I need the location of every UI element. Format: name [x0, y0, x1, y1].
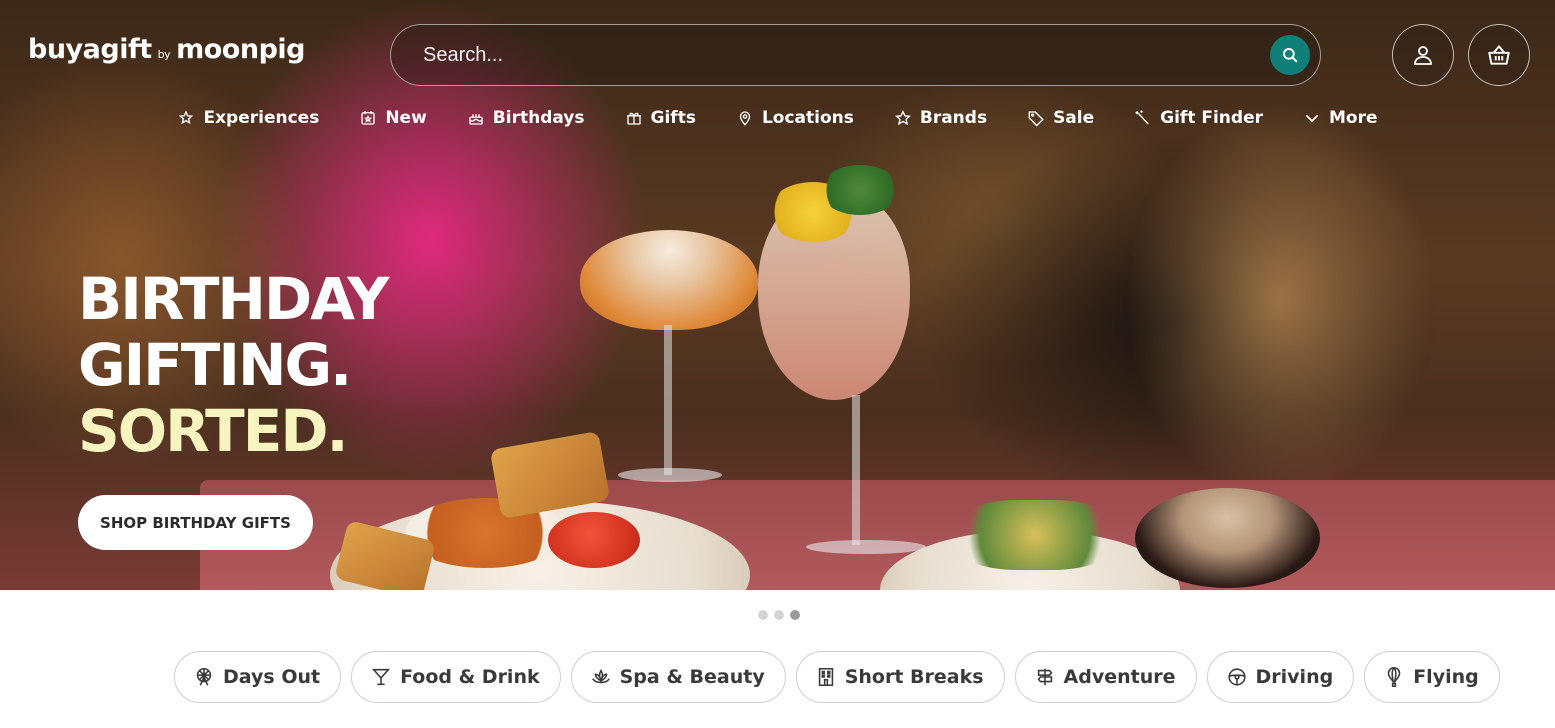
- tomato: [548, 512, 640, 568]
- category-short-breaks[interactable]: Short Breaks: [795, 651, 1005, 703]
- pill-label: Adventure: [1063, 666, 1176, 688]
- nav-item-experiences[interactable]: Experiences: [177, 108, 319, 128]
- basket-button[interactable]: [1468, 24, 1530, 86]
- search-icon: [1283, 48, 1298, 63]
- signpost-icon: [1037, 668, 1052, 686]
- coupe-base: [618, 468, 722, 482]
- category-food-drink[interactable]: Food & Drink: [351, 651, 561, 703]
- hot-air-balloon-icon: [1387, 667, 1401, 687]
- tag-icon: [1028, 111, 1044, 127]
- nav-label: New: [385, 108, 427, 128]
- nav-item-birthdays[interactable]: Birthdays: [467, 108, 585, 128]
- brand-partner: moonpig: [176, 34, 305, 65]
- nav-item-more[interactable]: More: [1303, 108, 1378, 128]
- brand-name: buyagift: [28, 34, 152, 65]
- location-pin-icon: [739, 111, 751, 126]
- nav-label: Birthdays: [492, 108, 585, 128]
- category-adventure[interactable]: Adventure: [1014, 651, 1197, 703]
- nav-label: Brands: [919, 108, 988, 128]
- salad: [950, 500, 1120, 570]
- carousel-dot-2[interactable]: [774, 610, 784, 620]
- category-flying[interactable]: Flying: [1364, 651, 1500, 703]
- pill-label: Flying: [1413, 666, 1479, 688]
- pill-label: Days Out: [223, 666, 321, 688]
- gift-icon: [626, 112, 641, 125]
- basket-icon: [1488, 45, 1510, 65]
- hero-line-3: SORTED.: [78, 397, 349, 465]
- brand-by: by: [157, 48, 171, 61]
- nav-label: Experiences: [203, 108, 320, 128]
- nav-item-new[interactable]: New: [359, 108, 427, 128]
- calendar-star-icon: [361, 111, 376, 125]
- hotel-icon: [818, 667, 833, 687]
- carousel-dot-1[interactable]: [758, 610, 768, 620]
- nav-item-brands[interactable]: Brands: [894, 108, 987, 128]
- star-icon: [894, 110, 911, 126]
- brand-logo[interactable]: buyagift by moonpig: [28, 34, 305, 65]
- lotus-icon: [591, 669, 610, 684]
- nav-item-sale[interactable]: Sale: [1027, 108, 1094, 128]
- nav-item-gift-finder[interactable]: Gift Finder: [1134, 108, 1263, 128]
- nav-item-gifts[interactable]: Gifts: [625, 108, 696, 128]
- mint-garnish: [820, 165, 900, 215]
- pill-label: Driving: [1255, 666, 1334, 688]
- ferris-wheel-icon: [196, 667, 212, 686]
- wine-base: [806, 540, 926, 554]
- user-icon: [1414, 46, 1432, 65]
- category-spa-beauty[interactable]: Spa & Beauty: [570, 651, 786, 703]
- hero-headline: BIRTHDAY GIFTING. SORTED.: [78, 265, 389, 465]
- sparkle-star-icon: [179, 110, 194, 125]
- nav-label: Sale: [1053, 108, 1095, 128]
- hero-line-2: GIFTING.: [78, 331, 352, 399]
- search-input[interactable]: [391, 43, 1251, 67]
- cake-icon: [469, 114, 483, 125]
- hero-line-1: BIRTHDAY: [78, 265, 389, 333]
- chevron-down-icon: [1305, 114, 1319, 123]
- shop-birthday-gifts-button[interactable]: SHOP BIRTHDAY GIFTS: [78, 495, 313, 550]
- coupe-stem: [664, 325, 672, 475]
- carousel-dot-3[interactable]: [790, 610, 800, 620]
- nav-label: Gift Finder: [1160, 108, 1263, 128]
- main-nav: Experiences New Birthdays Gifts Location…: [0, 108, 1555, 128]
- carousel-dots: [758, 610, 800, 620]
- pill-label: Food & Drink: [400, 666, 540, 688]
- pill-label: Short Breaks: [844, 666, 984, 688]
- nav-label: Gifts: [650, 108, 696, 128]
- nav-item-locations[interactable]: Locations: [736, 108, 854, 128]
- espresso-martini: [1135, 488, 1320, 588]
- category-pills: Days Out Food & Drink Spa & Beauty Short…: [174, 651, 1500, 703]
- coupe-glass: [580, 230, 758, 330]
- search-button[interactable]: [1270, 35, 1310, 75]
- wine-stem: [852, 395, 860, 545]
- nav-label: More: [1329, 108, 1378, 128]
- category-driving[interactable]: Driving: [1206, 651, 1355, 703]
- nav-label: Locations: [761, 108, 854, 128]
- pill-label: Spa & Beauty: [619, 666, 765, 688]
- account-button[interactable]: [1392, 24, 1454, 86]
- search-bar: [390, 24, 1321, 86]
- steering-wheel-icon: [1227, 668, 1246, 686]
- cocktail-icon: [372, 668, 391, 686]
- category-days-out[interactable]: Days Out: [174, 651, 342, 703]
- magic-wand-icon: [1135, 110, 1149, 125]
